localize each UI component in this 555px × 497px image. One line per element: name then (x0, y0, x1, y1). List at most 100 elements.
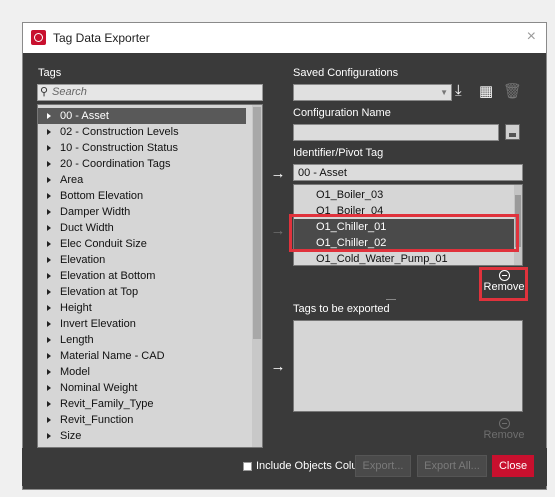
app-logo-icon (31, 30, 46, 45)
tag-list-item[interactable]: Damper Width (38, 204, 246, 220)
tag-list-item[interactable]: Model (38, 364, 246, 380)
tag-list-item[interactable]: Invert Elevation (38, 316, 246, 332)
tag-list-item-label: Material Name - CAD (60, 350, 165, 362)
tag-list-item-label: 00 - Asset (60, 110, 109, 122)
expand-triangle-icon[interactable] (47, 353, 51, 359)
tags-list[interactable]: Size Revit_Function Revit_Family_Type Nomin… (37, 104, 263, 448)
tag-list-item-label: Revit_Family_Type (60, 398, 154, 410)
identifier-value-item[interactable]: O1_Cold_Water_Pump_01 (294, 251, 516, 265)
tag-list-item-label: Area (60, 174, 84, 186)
add-value-arrow-button[interactable]: → (265, 222, 291, 240)
identifier-pivot-label: Identifier/Pivot Tag (293, 147, 384, 159)
tag-list-item-label: Height (60, 302, 92, 314)
expand-triangle-icon[interactable] (47, 193, 51, 199)
add-export-arrow-button[interactable]: → (265, 358, 291, 376)
expand-triangle-icon[interactable] (47, 321, 51, 327)
identifier-value-label: O1_Cold_Water_Pump_01 (316, 253, 448, 265)
expand-triangle-icon[interactable] (47, 161, 51, 167)
download-icon[interactable]: ⤓ (455, 82, 462, 99)
tag-list-item[interactable]: Elevation (38, 252, 246, 268)
identifier-value-item[interactable]: O1_Boiler_03 (294, 187, 516, 203)
saved-configurations-label: Saved Configurations (293, 67, 399, 79)
remove-highlight-box (479, 267, 528, 301)
tags-label: Tags (38, 67, 62, 79)
chevron-down-icon: ▼ (440, 88, 448, 97)
grid-icon[interactable]: ▦ (479, 82, 493, 100)
configuration-name-label: Configuration Name (293, 107, 391, 119)
window-title: Tag Data Exporter (53, 31, 150, 45)
expand-triangle-icon[interactable] (47, 305, 51, 311)
expand-triangle-icon[interactable] (47, 401, 51, 407)
tag-list-item-label: 02 - Construction Levels (60, 126, 179, 138)
tag-list-item[interactable]: Elec Conduit Size (38, 236, 246, 252)
tag-list-item[interactable]: Duct Width (38, 220, 246, 236)
tag-list-item[interactable]: 10 - Construction Status (38, 140, 246, 156)
tag-list-item[interactable]: Bottom Elevation (38, 188, 246, 204)
expand-triangle-icon[interactable] (47, 273, 51, 279)
saved-configurations-select[interactable]: ▼ (293, 84, 452, 101)
tag-list-item-label: Nominal Weight (60, 382, 138, 394)
expand-triangle-icon[interactable] (47, 177, 51, 183)
tag-list-item[interactable]: 00 - Asset (38, 108, 246, 124)
tags-to-export-label: Tags to be exported (293, 303, 390, 315)
expand-triangle-icon[interactable] (47, 209, 51, 215)
tag-list-item-label: Elevation at Top (60, 286, 139, 298)
tag-list-item-label: 10 - Construction Status (60, 142, 179, 154)
remove-export-label: Remove (483, 429, 525, 441)
expand-triangle-icon[interactable] (47, 433, 51, 439)
tag-list-item[interactable]: Area (38, 172, 246, 188)
tag-list-item-label: Length (60, 334, 94, 346)
tag-list-item-label: Invert Elevation (60, 318, 136, 330)
expand-triangle-icon[interactable] (47, 257, 51, 263)
title-bar: Tag Data Exporter × (23, 23, 546, 53)
export-button[interactable]: Export... (355, 455, 411, 477)
minus-circle-icon (498, 418, 510, 429)
tag-list-item[interactable]: 20 - Coordination Tags (38, 156, 246, 172)
set-identifier-arrow-button[interactable]: → (265, 165, 291, 183)
expand-triangle-icon[interactable] (47, 337, 51, 343)
expand-triangle-icon[interactable] (47, 417, 51, 423)
tag-list-item[interactable]: Elevation at Bottom (38, 268, 246, 284)
tag-list-item[interactable]: Height (38, 300, 246, 316)
close-button[interactable]: Close (492, 455, 534, 477)
tags-to-export-list[interactable] (293, 320, 523, 412)
tag-list-item[interactable]: Size (38, 428, 246, 444)
expand-triangle-icon[interactable] (47, 289, 51, 295)
save-icon[interactable] (505, 124, 520, 140)
expand-triangle-icon[interactable] (47, 241, 51, 247)
expand-triangle-icon[interactable] (47, 385, 51, 391)
tag-list-item-label: Size (60, 430, 82, 442)
expand-triangle-icon[interactable] (47, 145, 51, 151)
window-close-button[interactable]: × (527, 28, 536, 46)
selection-highlight-box (289, 214, 519, 252)
tag-list-item-label: Damper Width (60, 206, 131, 218)
export-all-button[interactable]: Export All... (417, 455, 487, 477)
expand-triangle-icon[interactable] (47, 113, 51, 119)
tag-list-item[interactable]: Revit_Function (38, 412, 246, 428)
include-objects-checkbox[interactable] (243, 462, 252, 471)
identifier-value-label: O1_Boiler_03 (316, 189, 384, 201)
tag-list-item-label: Revit_Function (60, 414, 134, 426)
tag-list-item[interactable]: Length (38, 332, 246, 348)
tag-list-item[interactable]: Revit_Family_Type (38, 396, 246, 412)
remove-export-button[interactable]: Remove (483, 418, 525, 441)
tag-list-item-label: 20 - Coordination Tags (60, 158, 171, 170)
expand-triangle-icon[interactable] (47, 129, 51, 135)
configuration-name-input[interactable] (293, 124, 499, 141)
tag-list-item[interactable]: 02 - Construction Levels (38, 124, 246, 140)
tag-list-item-label: Model (60, 366, 90, 378)
tag-list-item-label: Bottom Elevation (60, 190, 144, 202)
tag-list-item[interactable]: Nominal Weight (38, 380, 246, 396)
tag-list-item-label: Elevation at Bottom (60, 270, 156, 282)
trash-icon[interactable]: 🗑 (503, 82, 522, 100)
search-input[interactable]: Search (37, 84, 263, 101)
expand-triangle-icon[interactable] (47, 225, 51, 231)
tag-list-item[interactable]: Elevation at Top (38, 284, 246, 300)
tag-list-item-label: Elec Conduit Size (60, 238, 147, 250)
tags-scrollbar-thumb[interactable] (253, 107, 261, 339)
expand-triangle-icon[interactable] (47, 369, 51, 375)
identifier-pivot-field[interactable]: 00 - Asset (293, 164, 523, 181)
tags-scrollbar[interactable] (252, 105, 262, 447)
tag-list-item[interactable]: Material Name - CAD (38, 348, 246, 364)
tag-list-item-label: Elevation (60, 254, 106, 266)
